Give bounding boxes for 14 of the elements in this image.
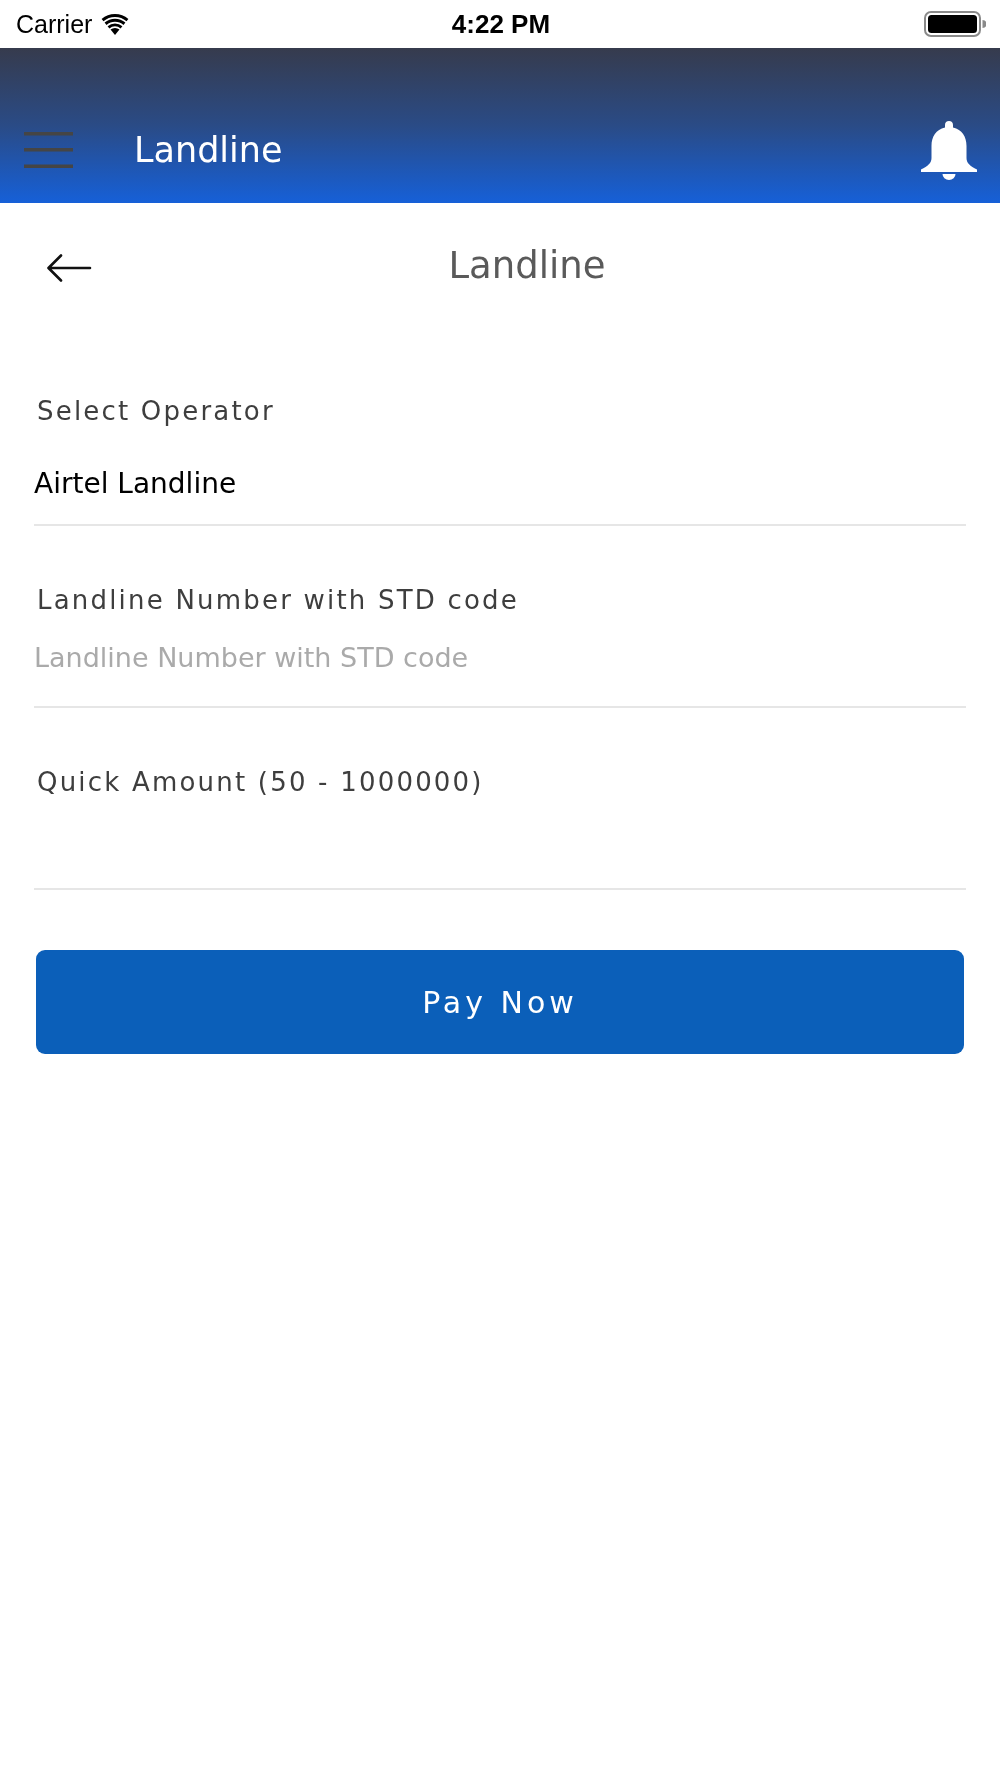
input-field[interactable]: Landline Number with STD code: [34, 618, 966, 708]
bell-icon[interactable]: [920, 120, 978, 180]
wifi-icon: [100, 13, 131, 35]
pay-now-button[interactable]: Pay Now: [36, 950, 964, 1054]
back-arrow-icon[interactable]: [46, 253, 92, 283]
battery-icon: [924, 11, 986, 37]
carrier-name: Carrier: [16, 9, 93, 39]
field-label: Select Operator: [37, 395, 275, 428]
field-label: Landline Number with STD code: [37, 584, 519, 617]
field-label: Quick Amount (50 - 1000000): [37, 766, 484, 799]
page-title: Landline: [448, 243, 606, 287]
status-time: 4:22 PM: [451, 8, 551, 40]
app-bar-title: Landline: [134, 130, 283, 170]
input-field[interactable]: Airtel Landline: [34, 429, 966, 526]
